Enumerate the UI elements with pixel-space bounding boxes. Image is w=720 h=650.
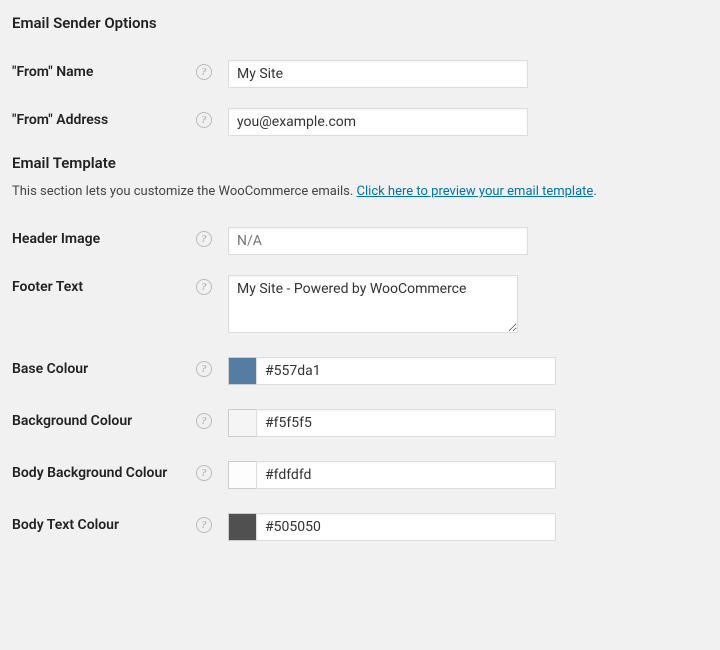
bg-colour-input[interactable]	[256, 409, 556, 437]
from-address-label-text: "From" Address	[12, 112, 108, 128]
base-colour-swatch[interactable]	[228, 357, 256, 385]
template-options-table: Header Image ? Footer Text ? Base Colour…	[12, 217, 708, 555]
help-icon[interactable]: ?	[196, 279, 212, 295]
help-icon[interactable]: ?	[196, 112, 212, 128]
help-icon[interactable]: ?	[196, 465, 212, 481]
body-text-colour-swatch[interactable]	[228, 513, 256, 541]
template-desc-suffix: .	[593, 184, 596, 199]
body-bg-colour-label-text: Body Background Colour	[12, 465, 167, 481]
from-address-input[interactable]	[228, 108, 528, 136]
body-bg-colour-swatch[interactable]	[228, 461, 256, 489]
help-icon[interactable]: ?	[196, 64, 212, 80]
sender-options-heading: Email Sender Options	[12, 14, 708, 32]
sender-options-table: "From" Name ? "From" Address ?	[12, 50, 708, 146]
footer-text-label: Footer Text ?	[12, 265, 228, 347]
base-colour-field	[228, 357, 556, 385]
help-icon[interactable]: ?	[196, 517, 212, 533]
base-colour-label-text: Base Colour	[12, 361, 88, 377]
bg-colour-label: Background Colour ?	[12, 399, 228, 451]
header-image-label-text: Header Image	[12, 231, 100, 247]
body-bg-colour-label: Body Background Colour ?	[12, 451, 228, 503]
settings-panel: Email Sender Options "From" Name ? "From…	[0, 0, 720, 567]
footer-text-label-text: Footer Text	[12, 279, 83, 295]
body-text-colour-field	[228, 513, 556, 541]
from-name-input[interactable]	[228, 60, 528, 88]
header-image-input[interactable]	[228, 227, 528, 255]
template-description: This section lets you customize the WooC…	[12, 184, 708, 199]
body-text-colour-input[interactable]	[256, 513, 556, 541]
from-name-label: "From" Name ?	[12, 50, 228, 98]
footer-text-input[interactable]	[228, 275, 518, 333]
body-bg-colour-field	[228, 461, 556, 489]
body-text-colour-label-text: Body Text Colour	[12, 517, 119, 533]
template-desc-prefix: This section lets you customize the WooC…	[12, 184, 357, 199]
bg-colour-swatch[interactable]	[228, 409, 256, 437]
email-template-heading: Email Template	[12, 154, 708, 172]
from-address-label: "From" Address ?	[12, 98, 228, 146]
help-icon[interactable]: ?	[196, 413, 212, 429]
base-colour-input[interactable]	[256, 357, 556, 385]
header-image-label: Header Image ?	[12, 217, 228, 265]
preview-template-link[interactable]: Click here to preview your email templat…	[357, 184, 594, 199]
body-bg-colour-input[interactable]	[256, 461, 556, 489]
bg-colour-field	[228, 409, 556, 437]
body-text-colour-label: Body Text Colour ?	[12, 503, 228, 555]
bg-colour-label-text: Background Colour	[12, 413, 132, 429]
base-colour-label: Base Colour ?	[12, 347, 228, 399]
help-icon[interactable]: ?	[196, 361, 212, 377]
help-icon[interactable]: ?	[196, 231, 212, 247]
from-name-label-text: "From" Name	[12, 64, 93, 80]
